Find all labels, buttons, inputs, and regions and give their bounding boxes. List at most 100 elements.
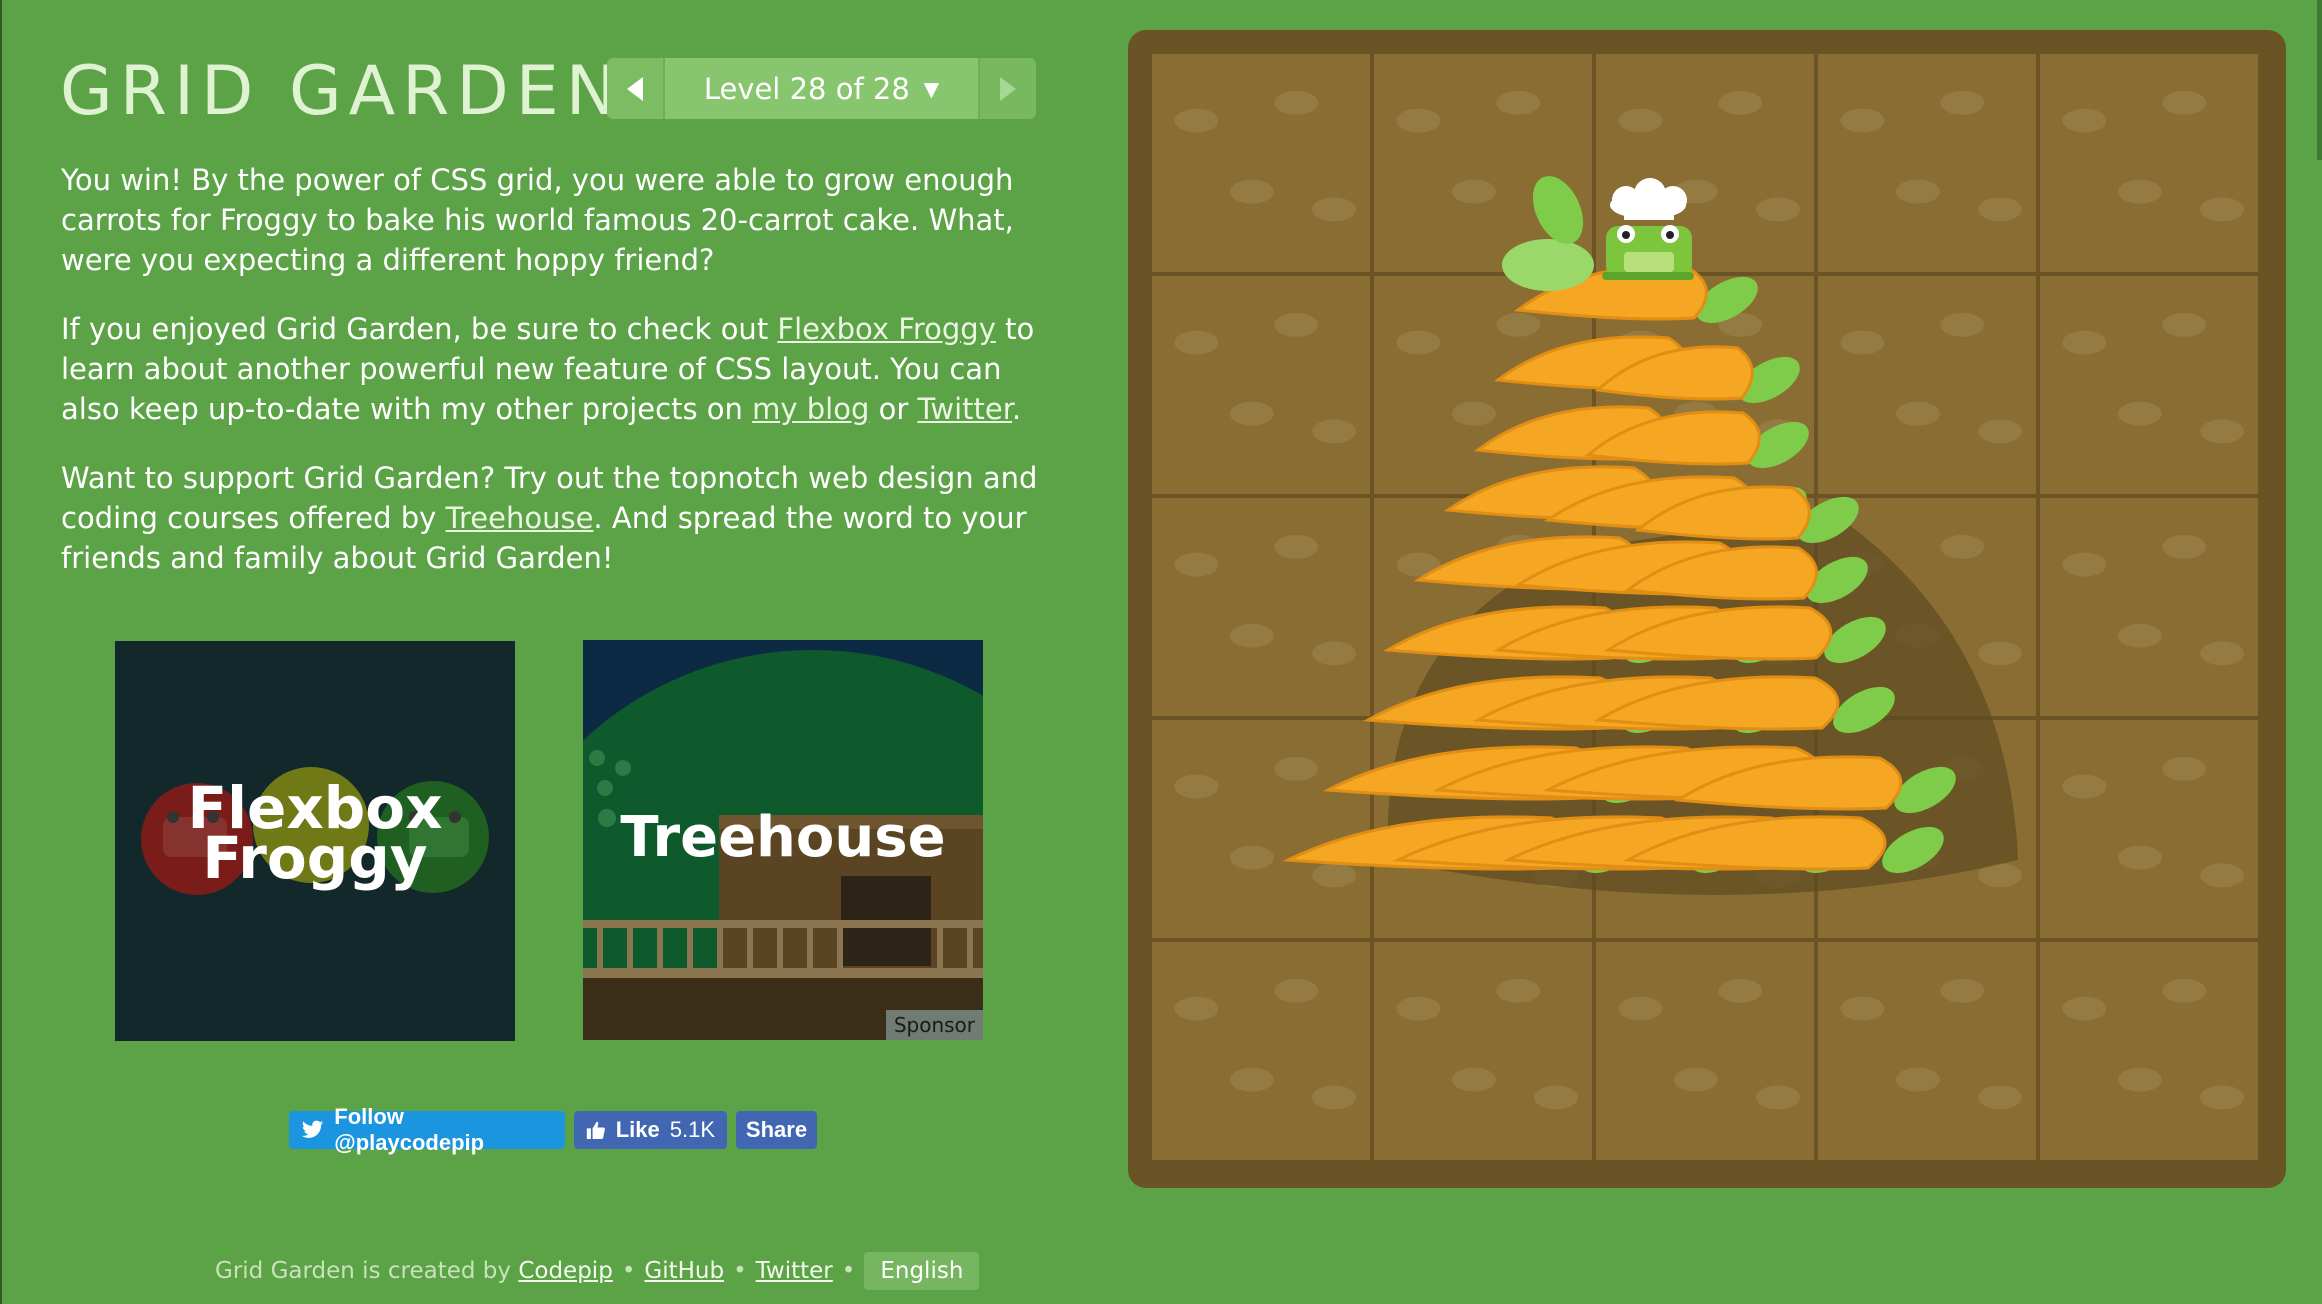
soil-pebble [1718, 978, 1763, 1003]
soil-pebble [1451, 401, 1496, 426]
codepip-link[interactable]: Codepip [518, 1258, 612, 1284]
window-edge-right [2317, 0, 2322, 160]
soil-pebble [1396, 996, 1441, 1021]
soil-pebble [2162, 978, 2207, 1003]
window-edge-left [0, 0, 2, 1304]
facebook-share-button[interactable]: Share [736, 1111, 817, 1149]
text-span: If you enjoyed Grid Garden, be sure to c… [61, 312, 778, 346]
soil-pebble [1496, 90, 1541, 115]
soil-pebble [1174, 774, 1219, 799]
soil-cell [1818, 942, 2036, 1160]
footer-twitter-link[interactable]: Twitter [756, 1258, 833, 1284]
soil-pebble [2117, 1067, 2162, 1092]
footer-credit: Grid Garden is created by [215, 1258, 512, 1284]
soil-pebble [1451, 179, 1496, 204]
soil-pebble [2162, 534, 2207, 559]
soil-cell [1818, 276, 2036, 494]
soil-pebble [1756, 1085, 1801, 1110]
soil-pebble [1534, 1085, 1579, 1110]
text-span: . [1012, 392, 1022, 426]
footer-separator: • [841, 1258, 856, 1284]
soil-pebble [1978, 197, 2023, 222]
soil-pebble [1274, 534, 1319, 559]
soil-pebble [1673, 1067, 1718, 1092]
soil-pebble [2200, 419, 2245, 444]
win-paragraph: You win! By the power of CSS grid, you w… [61, 163, 1014, 277]
thumbs-up-icon [586, 1121, 605, 1140]
soil-pebble [1940, 978, 1985, 1003]
instructions: You win! By the power of CSS grid, you w… [61, 160, 1046, 607]
flexbox-froggy-link[interactable]: Flexbox Froggy [777, 312, 995, 346]
soil-pebble [1940, 534, 1985, 559]
soil-pebble [2062, 330, 2107, 355]
soil-pebble [2117, 845, 2162, 870]
twitter-link[interactable]: Twitter [917, 392, 1012, 426]
soil-pebble [2200, 641, 2245, 666]
soil-cell [1152, 54, 1370, 272]
footer-separator: • [733, 1258, 747, 1284]
promo-paragraph: If you enjoyed Grid Garden, be sure to c… [61, 309, 1046, 429]
soil-cell [1152, 276, 1370, 494]
soil-pebble [1940, 90, 1985, 115]
left-triangle-icon [627, 76, 643, 101]
soil-pebble [2117, 401, 2162, 426]
soil-cell [1152, 942, 1370, 1160]
froggy-chef [1602, 178, 1694, 280]
soil-cell [1152, 720, 1370, 938]
treehouse-link[interactable]: Treehouse [446, 501, 594, 535]
soil-pebble [2162, 312, 2207, 337]
next-level-button[interactable] [980, 58, 1036, 119]
soil-cell [2040, 54, 2258, 272]
soil-cell [2040, 720, 2258, 938]
soil-pebble [2062, 552, 2107, 577]
twitter-follow-button[interactable]: Follow @playcodepip [289, 1104, 565, 1155]
soil-pebble [2062, 774, 2107, 799]
soil-pebble [1496, 312, 1541, 337]
facebook-like-label: Like [615, 1117, 660, 1142]
soil-pebble [2117, 179, 2162, 204]
previous-level-button[interactable] [607, 58, 663, 119]
language-selector[interactable]: English [864, 1252, 980, 1290]
soil-pebble [1312, 1085, 1357, 1110]
caret-down-icon: ▼ [923, 76, 940, 101]
garden-board [1128, 30, 2286, 1188]
soil-pebble [1895, 1067, 1940, 1092]
soil-pebble [1978, 419, 2023, 444]
facebook-like-count: 5.1K [669, 1117, 715, 1142]
soil-pebble [1756, 197, 1801, 222]
github-link[interactable]: GitHub [644, 1258, 724, 1284]
footer-separator: • [621, 1258, 636, 1284]
facebook-like-button[interactable]: Like 5.1K [574, 1111, 727, 1149]
soil-pebble [1229, 179, 1274, 204]
soil-cell [2040, 942, 2258, 1160]
carrot-leaf [1502, 239, 1594, 291]
treehouse-promo[interactable]: Treehouse Sponsor [583, 640, 983, 1040]
level-indicator-dropdown[interactable]: Level 28 of 28 ▼ [663, 58, 980, 119]
soil-pebble [1618, 996, 1663, 1021]
soil-cell [1596, 942, 1814, 1160]
soil-pebble [1895, 401, 1940, 426]
soil-pebble [1174, 996, 1219, 1021]
soil-pebble [1496, 978, 1541, 1003]
text-span: or [869, 392, 918, 426]
soil-pebble [1274, 756, 1319, 781]
soil-pebble [1396, 108, 1441, 133]
sponsor-badge: Sponsor [885, 1010, 983, 1040]
flexbox-froggy-promo[interactable]: Flexbox Froggy [115, 641, 515, 1041]
soil-cell [1374, 942, 1592, 1160]
support-paragraph: Want to support Grid Garden? Try out the… [61, 458, 1046, 578]
soil-pebble [1274, 90, 1319, 115]
soil-pebble [2062, 996, 2107, 1021]
soil-pebble [1229, 623, 1274, 648]
treehouse-promo-title: Treehouse [620, 805, 946, 870]
my-blog-link[interactable]: my blog [752, 392, 869, 426]
page-title: GRID GARDEN [60, 52, 624, 131]
soil-pebble [1312, 419, 1357, 444]
soil-pebble [1840, 330, 1885, 355]
soil-pebble [1174, 330, 1219, 355]
soil-pebble [1174, 108, 1219, 133]
soil-pebble [2117, 623, 2162, 648]
soil-pebble [1229, 845, 1274, 870]
soil-pebble [2162, 90, 2207, 115]
soil-pebble [2162, 756, 2207, 781]
